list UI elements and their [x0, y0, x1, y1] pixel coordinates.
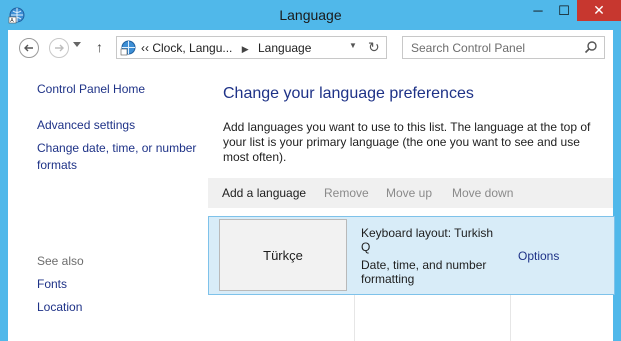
options-link[interactable]: Options — [518, 249, 559, 263]
refresh-icon[interactable]: ↻ — [368, 39, 380, 56]
move-up-button[interactable]: Move up — [386, 186, 432, 200]
navigation-bar: ↑ ‹‹ Clock, Langu... ▶ Language ▼ ↻ Sear… — [8, 30, 613, 66]
client-area: ↑ ‹‹ Clock, Langu... ▶ Language ▼ ↻ Sear… — [8, 30, 615, 341]
date-format-text: Date, time, and number formatting — [361, 258, 487, 286]
page-title: Change your language preferences — [223, 85, 474, 102]
search-input[interactable]: Search Control Panel — [402, 36, 605, 59]
remove-button[interactable]: Remove — [324, 186, 369, 200]
up-button[interactable]: ↑ — [96, 39, 103, 55]
keyboard-layout-text: Keyboard layout: Turkish Q — [361, 226, 494, 254]
language-window: A Language ─ ☐ ✕ ↑ ‹‹ Clock, Langu... ▶ … — [0, 0, 621, 341]
add-language-button[interactable]: Add a language — [222, 186, 306, 200]
search-placeholder: Search Control Panel — [411, 41, 526, 55]
change-date-formats-link[interactable]: Change date, time, or number formats — [37, 140, 207, 174]
move-down-button[interactable]: Move down — [452, 186, 513, 200]
arrow-left-icon — [24, 44, 33, 52]
language-toolbar: Add a language Remove Move up Move down — [208, 178, 613, 208]
recent-locations-button[interactable] — [73, 41, 81, 50]
back-button[interactable] — [19, 38, 39, 58]
chevron-down-icon — [73, 42, 81, 47]
close-button[interactable]: ✕ — [577, 0, 621, 21]
control-panel-home-link[interactable]: Control Panel Home — [37, 81, 145, 98]
language-details: Keyboard layout: Turkish Q Date, time, a… — [361, 226, 501, 286]
intro-text: Add languages you want to use to this li… — [223, 120, 591, 164]
control-panel-icon — [120, 40, 136, 56]
maximize-button[interactable]: ☐ — [551, 0, 577, 21]
language-row[interactable]: Türkçe Keyboard layout: Turkish Q Date, … — [208, 216, 615, 295]
address-dropdown-icon[interactable]: ▼ — [349, 41, 357, 50]
arrow-right-icon — [55, 44, 64, 52]
language-name-button[interactable]: Türkçe — [219, 219, 347, 291]
breadcrumb-language[interactable]: Language — [258, 41, 311, 55]
left-pane: Control Panel Home Advanced settings Cha… — [8, 66, 208, 341]
breadcrumb-separator-icon[interactable]: ▶ — [242, 44, 249, 54]
title-bar[interactable]: A Language ─ ☐ ✕ — [0, 0, 621, 30]
breadcrumb-clock-language[interactable]: Clock, Langu... — [152, 41, 232, 55]
advanced-settings-link[interactable]: Advanced settings — [37, 117, 135, 134]
forward-button[interactable] — [49, 38, 69, 58]
see-also-label: See also — [37, 254, 84, 268]
address-overflow[interactable]: ‹‹ — [141, 41, 149, 55]
minimize-button[interactable]: ─ — [525, 0, 551, 21]
address-path: ‹‹ Clock, Langu... ▶ Language — [141, 41, 311, 55]
address-bar[interactable]: ‹‹ Clock, Langu... ▶ Language ▼ ↻ — [116, 36, 387, 59]
fonts-link[interactable]: Fonts — [37, 276, 67, 293]
search-icon[interactable] — [584, 40, 598, 54]
location-link[interactable]: Location — [37, 299, 82, 316]
